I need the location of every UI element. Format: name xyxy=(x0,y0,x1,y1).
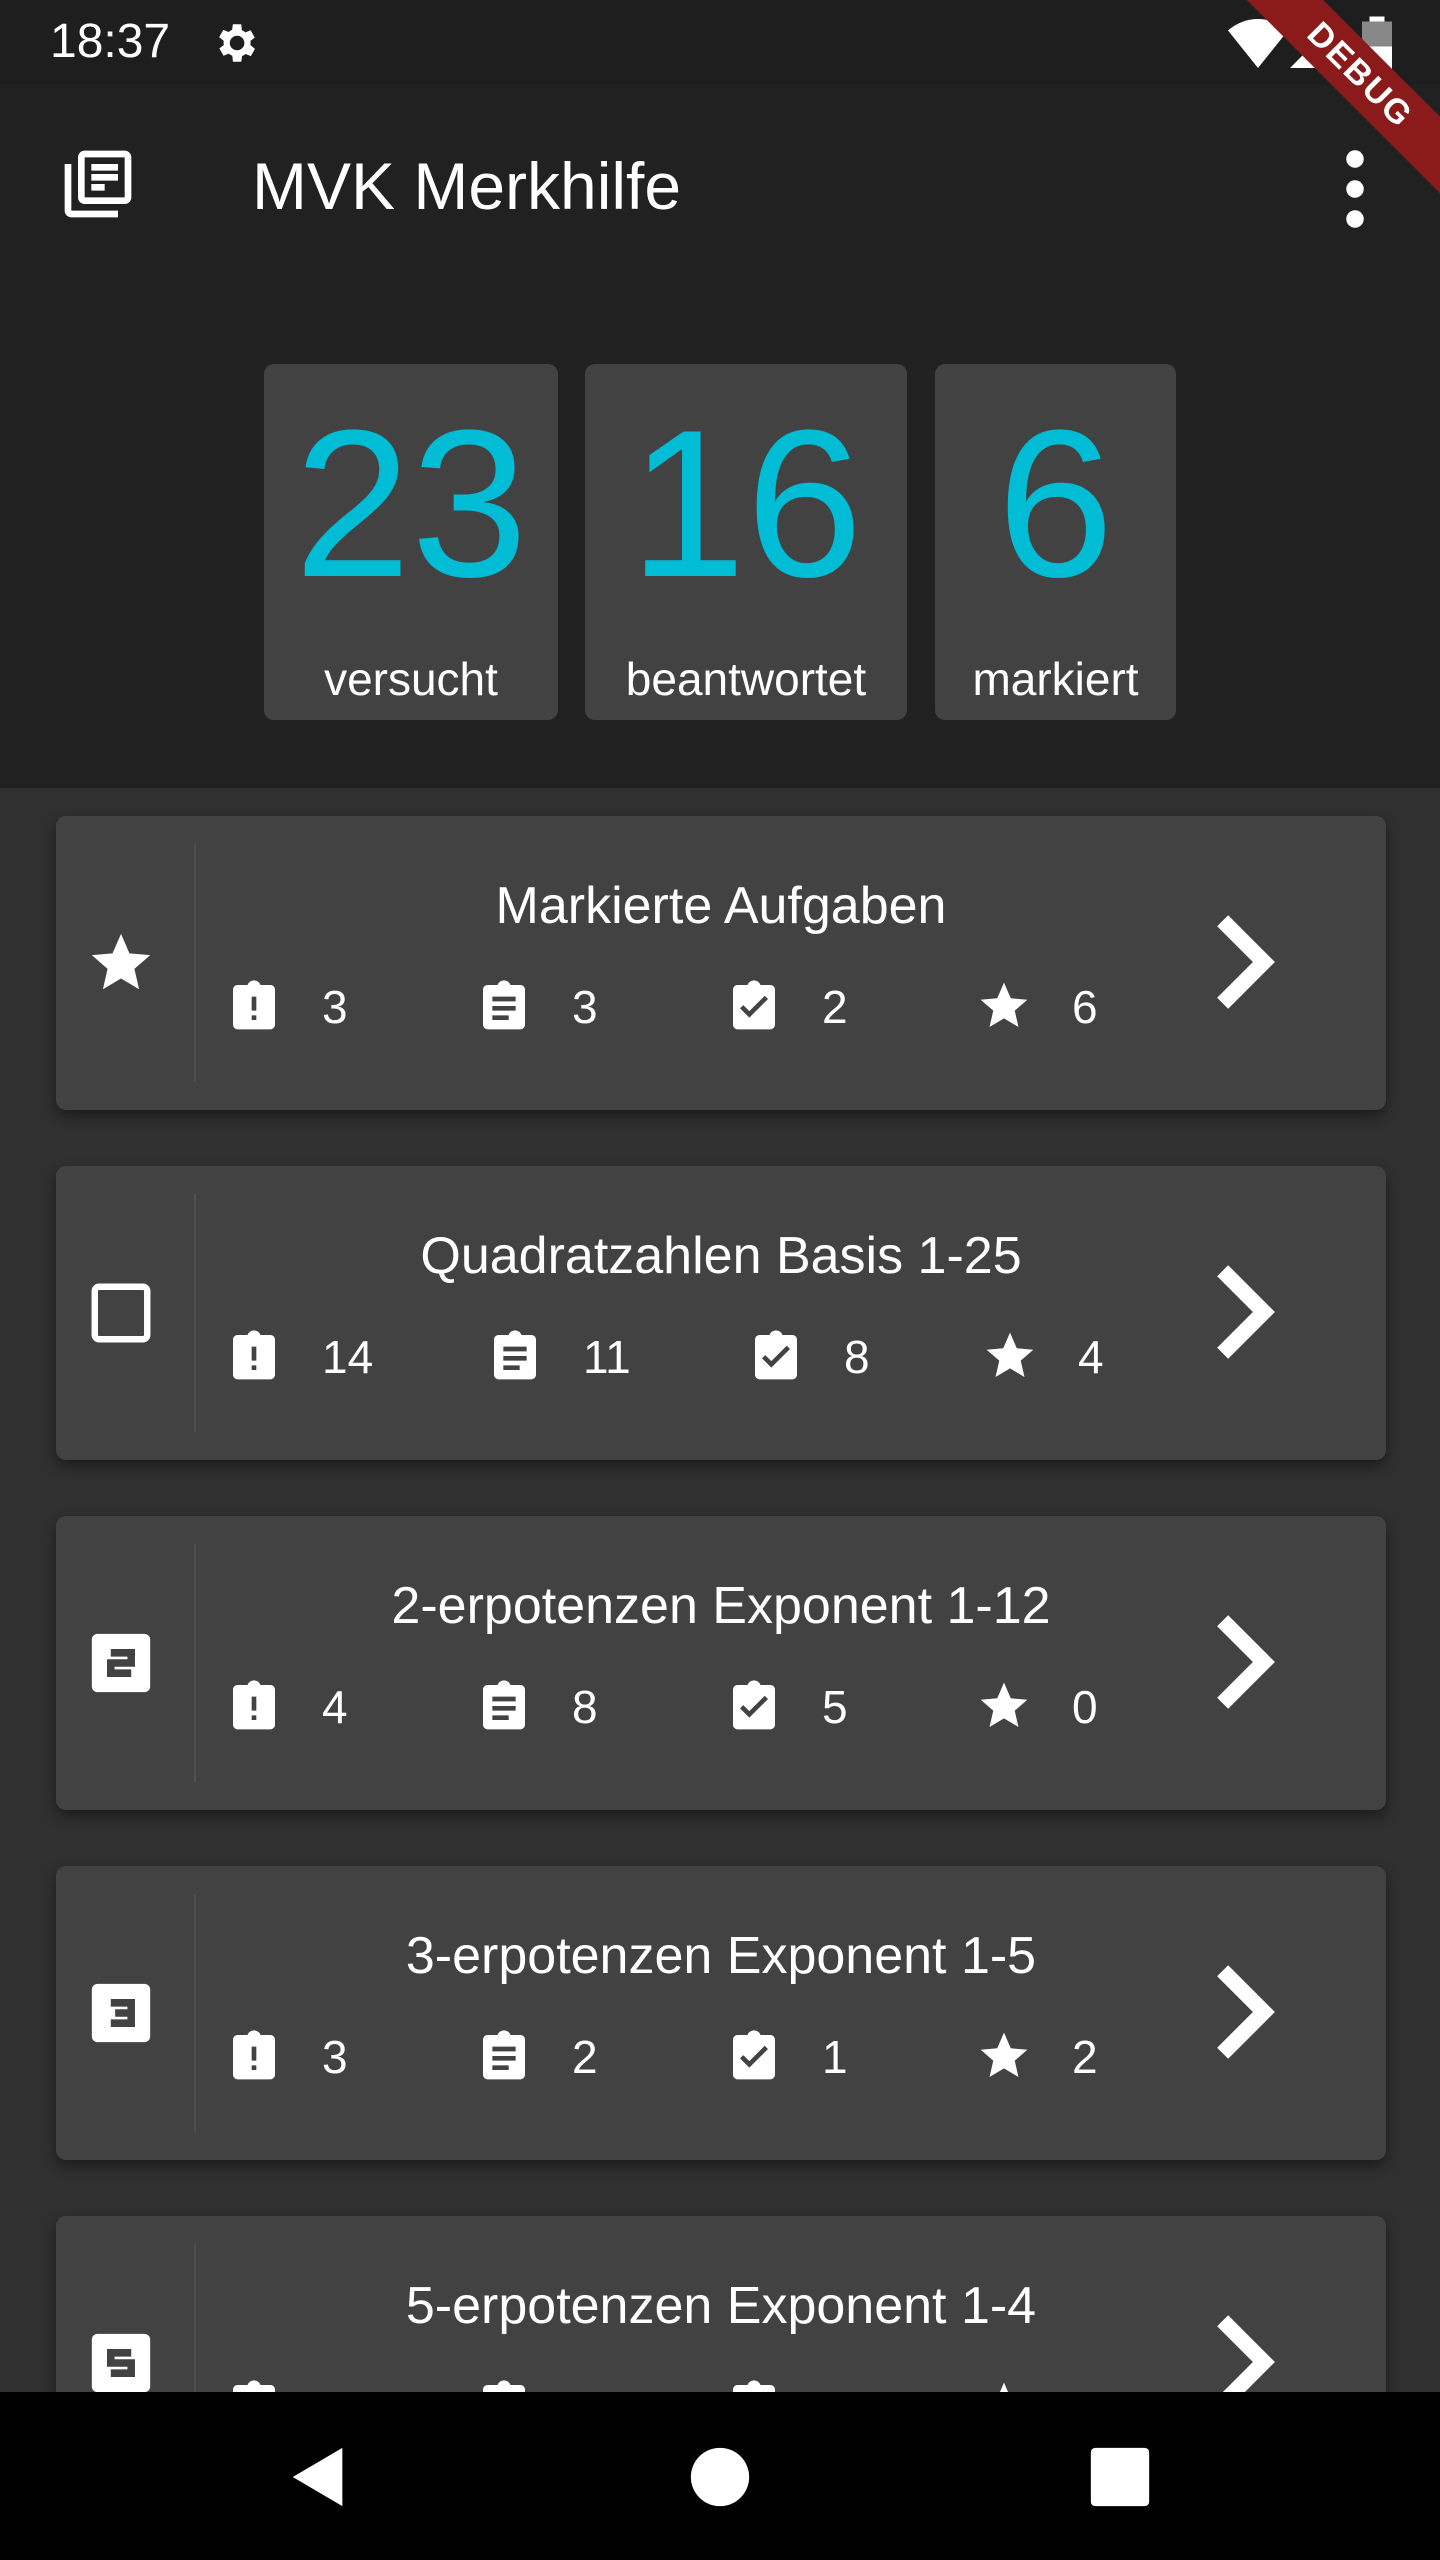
app-title: MVK Merkhilfe xyxy=(252,149,682,223)
clipboard-text-icon xyxy=(494,1330,536,1380)
notes-value: 2 xyxy=(572,2031,598,2083)
list-item-2-erpotenzen[interactable]: 2-erpotenzen Exponent 1-12 4 8 5 0 xyxy=(56,1516,1386,1810)
alert-box-icon xyxy=(233,2380,275,2392)
stat-label: markiert xyxy=(972,653,1139,705)
open-value: 14 xyxy=(322,1331,374,1383)
starred-value: 0 xyxy=(1072,1681,1098,1733)
square-outline-icon xyxy=(91,1283,151,1343)
open-value: 3 xyxy=(322,981,348,1033)
clipboard-check-icon xyxy=(733,980,775,1030)
number-2-icon xyxy=(91,1633,151,1693)
alert-box-icon xyxy=(233,1680,275,1730)
star-icon xyxy=(980,2032,1028,2077)
clipboard-check-icon xyxy=(733,2380,775,2392)
stat-card-versucht: 23 versucht xyxy=(264,364,558,720)
clipboard-text-icon xyxy=(483,980,525,1030)
notes-value: 8 xyxy=(572,1681,598,1733)
divider xyxy=(194,1194,196,1432)
topic-list: Markierte Aufgaben 3 3 2 6 Quadratzahlen… xyxy=(0,788,1440,2392)
chevron-right-icon[interactable] xyxy=(1186,2302,1296,2392)
chevron-right-icon[interactable] xyxy=(1186,902,1296,1022)
more-vert-icon[interactable] xyxy=(1330,144,1380,234)
stat-card-beantwortet: 16 beantwortet xyxy=(585,364,907,720)
stat-label: beantwortet xyxy=(625,653,867,705)
divider xyxy=(194,1544,196,1782)
item-title: 3-erpotenzen Exponent 1-5 xyxy=(405,1927,1037,1985)
number-3-icon xyxy=(91,1983,151,2043)
item-title: Quadratzahlen Basis 1-25 xyxy=(420,1227,1022,1285)
library-books-icon[interactable] xyxy=(58,144,138,224)
stat-card-markiert: 6 markiert xyxy=(935,364,1176,720)
done-value: 1 xyxy=(822,2031,848,2083)
open-value: 3 xyxy=(322,2031,348,2083)
star-icon xyxy=(980,1682,1028,1727)
clipboard-text-icon xyxy=(483,2380,525,2392)
done-value: 2 xyxy=(822,981,848,1033)
item-title: 5-erpotenzen Exponent 1-4 xyxy=(405,2277,1037,2335)
clipboard-text-icon xyxy=(483,1680,525,1730)
item-title: 2-erpotenzen Exponent 1-12 xyxy=(391,1577,1051,1635)
star-icon xyxy=(980,982,1028,1027)
list-item-markierte-aufgaben[interactable]: Markierte Aufgaben 3 3 2 6 xyxy=(56,816,1386,1110)
chevron-right-icon[interactable] xyxy=(1186,1602,1296,1722)
list-item-3-erpotenzen[interactable]: 3-erpotenzen Exponent 1-5 3 2 1 2 xyxy=(56,1866,1386,2160)
notes-value: 11 xyxy=(583,1331,631,1383)
star-icon xyxy=(91,933,151,990)
alert-box-icon xyxy=(233,980,275,1030)
star-icon xyxy=(999,2382,1009,2392)
done-value: 8 xyxy=(844,1331,870,1383)
open-value: 4 xyxy=(322,1681,348,1733)
alert-box-icon xyxy=(233,2030,275,2080)
status-bar: 18:37 xyxy=(0,0,1440,84)
system-nav-bar xyxy=(0,2392,1440,2560)
stat-value: 16 xyxy=(629,386,863,621)
number-5-icon xyxy=(91,2333,151,2392)
alert-box-icon xyxy=(233,1330,275,1380)
clipboard-check-icon xyxy=(755,1330,797,1380)
chevron-right-icon[interactable] xyxy=(1186,1252,1296,1372)
list-item-quadratzahlen[interactable]: Quadratzahlen Basis 1-25 14 11 8 4 xyxy=(56,1166,1386,1460)
divider xyxy=(194,2244,196,2392)
list-item-5-erpotenzen[interactable]: 5-erpotenzen Exponent 1-4 xyxy=(56,2216,1386,2392)
app-bar: MVK Merkhilfe xyxy=(0,84,1440,284)
star-icon xyxy=(986,1332,1034,1377)
done-value: 5 xyxy=(822,1681,848,1733)
stat-value: 23 xyxy=(294,386,528,621)
stats-header: 23 versucht 16 beantwortet 6 markiert xyxy=(0,284,1440,788)
stat-value: 6 xyxy=(997,386,1114,621)
home-icon[interactable] xyxy=(685,2442,755,2512)
item-title: Markierte Aufgaben xyxy=(495,877,947,935)
back-icon[interactable] xyxy=(284,2442,354,2512)
chevron-right-icon[interactable] xyxy=(1186,1952,1296,2072)
stat-label: versucht xyxy=(324,653,498,705)
starred-value: 2 xyxy=(1072,2031,1098,2083)
clipboard-text-icon xyxy=(483,2030,525,2080)
settings-gear-icon xyxy=(219,24,255,62)
clipboard-check-icon xyxy=(733,2030,775,2080)
recents-icon[interactable] xyxy=(1085,2442,1155,2512)
clipboard-check-icon xyxy=(733,1680,775,1730)
starred-value: 6 xyxy=(1072,981,1098,1033)
divider xyxy=(194,844,196,1082)
starred-value: 4 xyxy=(1078,1331,1104,1383)
status-time: 18:37 xyxy=(50,15,171,68)
divider xyxy=(194,1894,196,2132)
notes-value: 3 xyxy=(572,981,598,1033)
